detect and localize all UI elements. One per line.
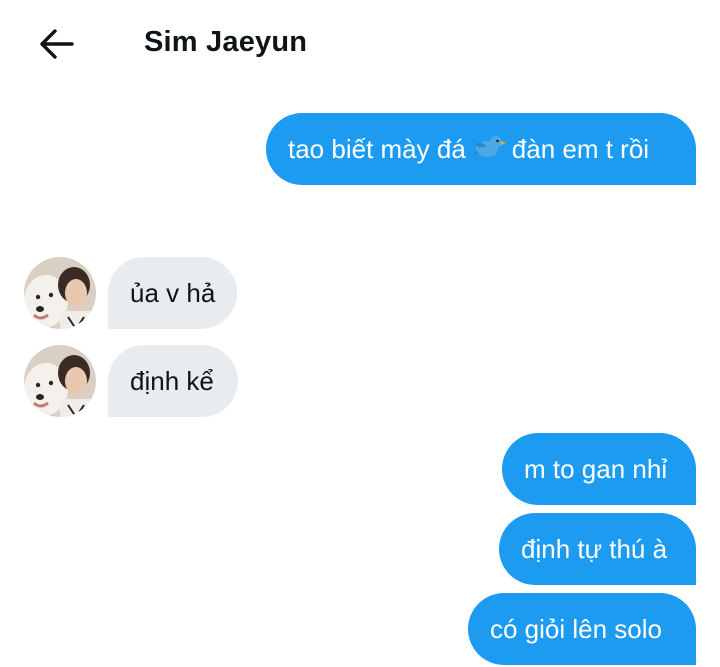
- message-bubble-outgoing[interactable]: tao biết mày đá đàn em t rồi: [266, 113, 696, 185]
- arrow-left-icon: [40, 29, 74, 59]
- message-text: định tự thú à: [521, 534, 668, 564]
- message-text: tao biết mày đá: [288, 134, 466, 164]
- message-bubble-outgoing[interactable]: m to gan nhỉ: [502, 433, 696, 505]
- message-text: m to gan nhỉ: [524, 454, 668, 484]
- avatar[interactable]: [24, 345, 96, 417]
- message-text: định kể: [130, 366, 214, 396]
- message-text: có giỏi lên solo: [490, 614, 662, 644]
- conversation-title: Sim Jaeyun: [144, 26, 308, 58]
- message-bubble-incoming[interactable]: định kể: [108, 345, 238, 417]
- message-bubble-outgoing[interactable]: có giỏi lên solo: [468, 593, 696, 665]
- bird-icon: [471, 132, 506, 166]
- message-bubble-incoming[interactable]: ủa v hả: [108, 257, 237, 329]
- conversation-header: Sim Jaeyun: [0, 0, 720, 86]
- message-text: đàn em t rồi: [511, 134, 650, 164]
- message-bubble-outgoing[interactable]: định tự thú à: [499, 513, 696, 585]
- message-text: ủa v hả: [130, 278, 216, 308]
- back-button[interactable]: [34, 24, 78, 64]
- avatar[interactable]: [24, 257, 96, 329]
